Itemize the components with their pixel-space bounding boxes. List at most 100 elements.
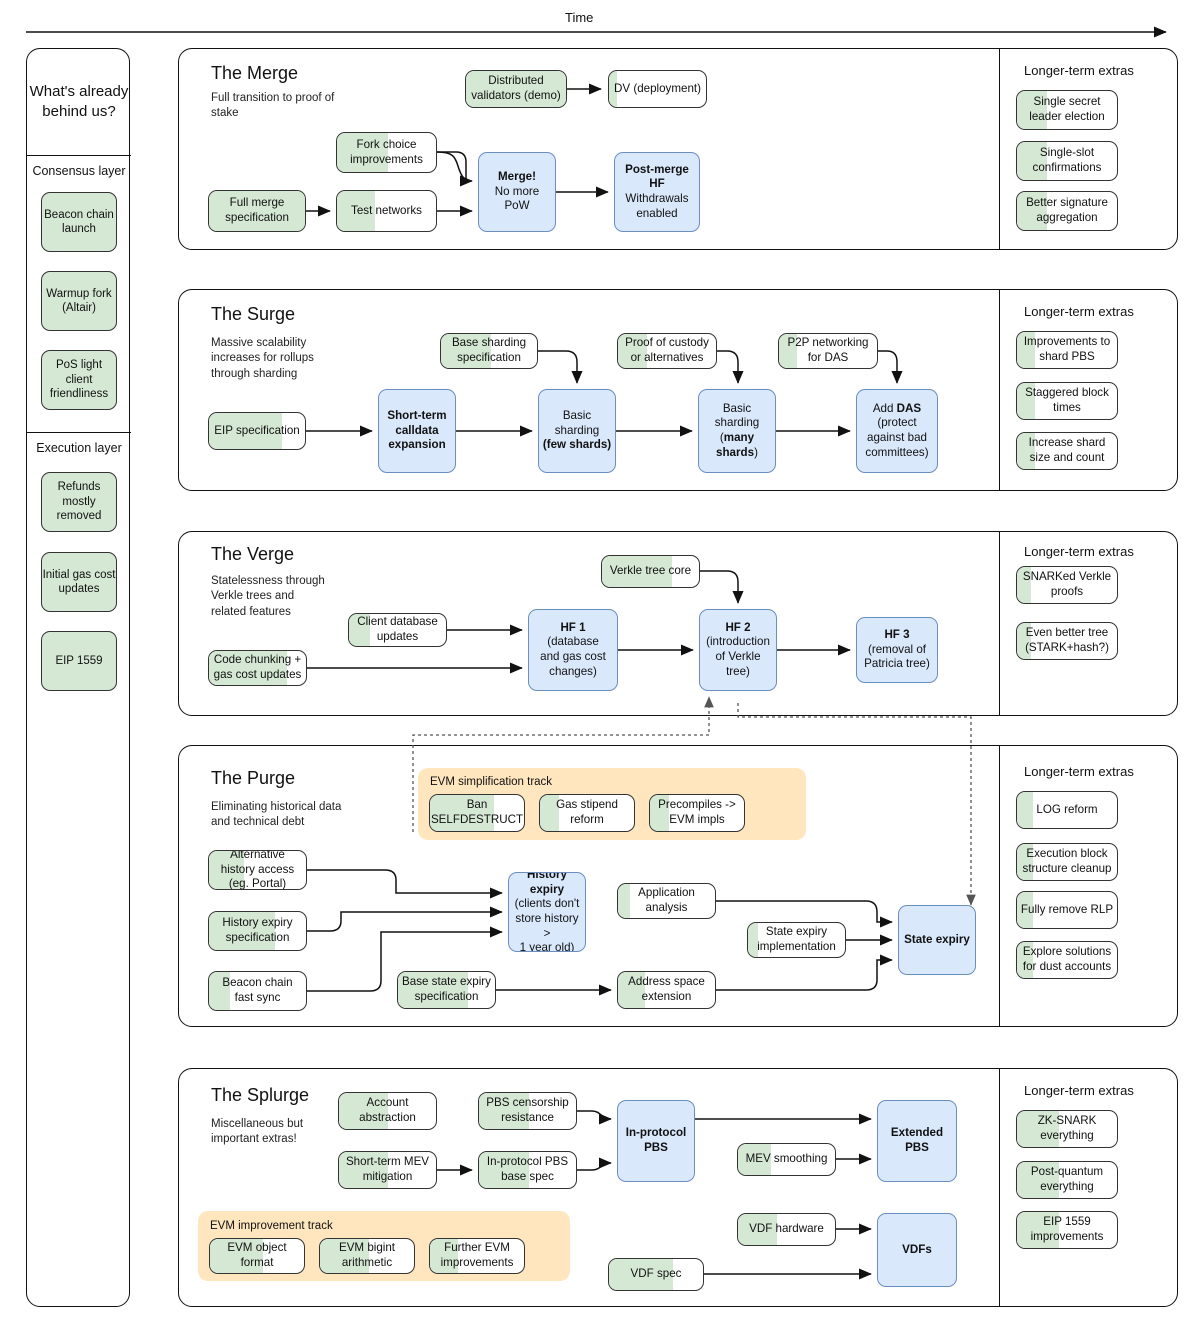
node-label: VDFs xyxy=(902,1242,932,1256)
node-label: Client database updates xyxy=(357,615,438,643)
sidebar-section-label-execution: Execution layer xyxy=(36,441,122,455)
node-vdf-spec[interactable]: VDF spec xyxy=(608,1258,704,1291)
extra-explore-solutions-for-dust-accounts[interactable]: Explore solutions for dust accounts xyxy=(1016,941,1118,979)
node-dv-deployment[interactable]: DV (deployment) xyxy=(608,70,707,108)
node-full-merge-specification[interactable]: Full merge specification xyxy=(208,190,306,232)
node-proof-of-custody[interactable]: Proof of custody or alternatives xyxy=(617,333,717,369)
node-hf1[interactable]: HF 1 (database and gas cost changes) xyxy=(528,609,618,691)
sidebar-item-beacon-chain-launch[interactable]: Beacon chain launch xyxy=(41,192,117,252)
node-post-merge-hf[interactable]: Post-merge HF Withdrawals enabled xyxy=(614,152,700,232)
node-precompiles-to-evm-impls[interactable]: Precompiles -> EVM impls xyxy=(649,794,745,832)
node-label: Base sharding specification xyxy=(451,336,527,364)
node-verkle-tree-core[interactable]: Verkle tree core xyxy=(601,555,700,588)
extra-single-secret-leader-election[interactable]: Single secret leader election xyxy=(1016,90,1118,130)
node-beacon-chain-fast-sync[interactable]: Beacon chain fast sync xyxy=(208,971,307,1011)
phase-subtitle: Statelessness through Verkle trees and r… xyxy=(211,575,325,618)
node-base-sharding-specification[interactable]: Base sharding specification xyxy=(440,333,538,369)
node-p2p-networking-for-das[interactable]: P2P networking for DAS xyxy=(778,333,878,369)
phase-subtitle: Eliminating historical data and technica… xyxy=(211,801,342,829)
sidebar-section-label-consensus: Consensus layer xyxy=(32,164,126,178)
extra-zk-snark-everything[interactable]: ZK-SNARK everything xyxy=(1016,1110,1118,1148)
node-mev-smoothing[interactable]: MEV smoothing xyxy=(737,1143,836,1176)
node-label: Alternative history access (eg. Portal) xyxy=(220,850,295,890)
node-label: Add DAS (protect against bad committees) xyxy=(865,401,929,459)
extra-increase-shard-size-and-count[interactable]: Increase shard size and count xyxy=(1016,432,1118,470)
node-further-evm-improvements[interactable]: Further EVM improvements xyxy=(429,1238,525,1274)
node-client-database-updates[interactable]: Client database updates xyxy=(348,613,447,647)
node-label: Precompiles -> EVM impls xyxy=(658,798,736,826)
node-distributed-validators[interactable]: Distributed validators (demo) xyxy=(465,70,567,108)
extra-post-quantum-everything[interactable]: Post-quantum everything xyxy=(1016,1161,1118,1199)
node-label: History expiry (clients don't store history… xyxy=(514,872,580,952)
node-hf2[interactable]: HF 2 (introduction of Verkle tree) xyxy=(699,609,777,691)
extra-better-signature-aggregation[interactable]: Better signature aggregation xyxy=(1016,191,1118,231)
node-state-expiry[interactable]: State expiry xyxy=(898,905,976,975)
extra-single-slot-confirmations[interactable]: Single-slot confirmations xyxy=(1016,141,1118,181)
node-label: HF 2 (introduction of Verkle tree) xyxy=(706,620,770,678)
node-label: In-protocol PBS xyxy=(625,1126,687,1154)
node-in-protocol-pbs-base-spec[interactable]: In-protocol PBS base spec xyxy=(478,1151,577,1189)
node-extended-pbs[interactable]: Extended PBS xyxy=(877,1100,957,1182)
extra-log-reform[interactable]: LOG reform xyxy=(1016,791,1118,829)
node-pbs-censorship-resistance[interactable]: PBS censorship resistance xyxy=(478,1092,577,1130)
node-history-expiry[interactable]: History expiry (clients don't store history… xyxy=(508,872,586,952)
sidebar-item-initial-gas-cost-updates[interactable]: Initial gas cost updates xyxy=(41,552,117,612)
node-address-space-extension[interactable]: Address space extension xyxy=(617,971,716,1009)
node-test-networks[interactable]: Test networks xyxy=(336,190,437,232)
extra-fully-remove-rlp[interactable]: Fully remove RLP xyxy=(1016,891,1118,929)
sidebar-item-label: EIP 1559 xyxy=(55,654,103,667)
node-label: Single secret leader election xyxy=(1029,95,1105,123)
node-history-expiry-specification[interactable]: History expiry specification xyxy=(208,911,307,951)
extras-title: Longer-term extras xyxy=(1024,304,1134,319)
node-short-term-calldata-expansion[interactable]: Short-term calldata expansion xyxy=(378,389,456,473)
node-label: Post-quantum everything xyxy=(1030,1165,1104,1193)
node-evm-bigint-arithmetic[interactable]: EVM bigint arithmetic xyxy=(319,1238,415,1274)
node-fork-choice-improvements[interactable]: Fork choice improvements xyxy=(336,132,437,173)
node-alternative-history-access[interactable]: Alternative history access (eg. Portal) xyxy=(208,850,307,890)
phase-divider xyxy=(999,49,1000,249)
node-label: Staggered block times xyxy=(1025,386,1109,414)
extra-even-better-tree[interactable]: Even better tree (STARK+hash?) xyxy=(1016,622,1118,660)
node-evm-object-format[interactable]: EVM object format xyxy=(209,1238,305,1274)
node-state-expiry-implementation[interactable]: State expiry implementation xyxy=(747,922,846,958)
node-account-abstraction[interactable]: Account abstraction xyxy=(338,1092,437,1130)
node-label: DV (deployment) xyxy=(614,81,701,95)
node-basic-sharding-few-shards[interactable]: Basic sharding (few shards) xyxy=(538,389,616,473)
extra-improvements-to-shard-pbs[interactable]: Improvements to shard PBS xyxy=(1016,331,1118,369)
extra-execution-block-structure-cleanup[interactable]: Execution block structure cleanup xyxy=(1016,843,1118,881)
node-merge-no-more-pow[interactable]: Merge! No more PoW xyxy=(478,152,556,232)
node-label: In-protocol PBS base spec xyxy=(486,1155,569,1183)
sidebar-item-pos-light-client[interactable]: PoS light client friendliness xyxy=(41,350,117,410)
node-base-state-expiry-specification[interactable]: Base state expiry specification xyxy=(397,971,496,1009)
phase-divider xyxy=(999,746,1000,1026)
node-label: Application analysis xyxy=(638,886,695,914)
node-label: EIP 1559 improvements xyxy=(1030,1215,1104,1243)
node-basic-sharding-many-shards[interactable]: Basic sharding (many shards) xyxy=(698,389,776,473)
node-add-das[interactable]: Add DAS (protect against bad committees) xyxy=(856,389,938,473)
node-gas-stipend-reform[interactable]: Gas stipend reform xyxy=(539,794,635,832)
node-label: Address space extension xyxy=(628,975,705,1003)
extra-snarked-verkle-proofs[interactable]: SNARKed Verkle proofs xyxy=(1016,566,1118,604)
node-label: Short-term calldata expansion xyxy=(387,409,447,452)
node-application-analysis[interactable]: Application analysis xyxy=(617,883,716,919)
sidebar-item-label: Initial gas cost updates xyxy=(42,568,116,595)
node-vdf-hardware[interactable]: VDF hardware xyxy=(737,1213,836,1246)
sidebar-item-eip-1559[interactable]: EIP 1559 xyxy=(41,631,117,691)
sidebar-item-warmup-fork[interactable]: Warmup fork (Altair) xyxy=(41,271,117,331)
node-short-term-mev-mitigation[interactable]: Short-term MEV mitigation xyxy=(338,1151,437,1189)
node-label: Extended PBS xyxy=(890,1126,944,1154)
phase-subtitle: Miscellaneous but important extras! xyxy=(211,1118,304,1146)
node-code-chunking-gas-cost-updates[interactable]: Code chunking + gas cost updates xyxy=(208,650,307,686)
extra-staggered-block-times[interactable]: Staggered block times xyxy=(1016,382,1118,420)
node-ban-selfdestruct[interactable]: Ban SELFDESTRUCT xyxy=(429,794,525,832)
node-in-protocol-pbs[interactable]: In-protocol PBS xyxy=(617,1100,695,1182)
node-vdfs[interactable]: VDFs xyxy=(877,1213,957,1287)
node-label: Short-term MEV mitigation xyxy=(345,1155,430,1183)
node-hf3[interactable]: HF 3 (removal of Patricia tree) xyxy=(856,617,938,683)
node-label: PBS censorship resistance xyxy=(486,1096,569,1124)
sidebar-item-refunds-removed[interactable]: Refunds mostly removed xyxy=(41,472,117,532)
extra-eip-1559-improvements[interactable]: EIP 1559 improvements xyxy=(1016,1211,1118,1249)
sidebar-divider-1 xyxy=(27,155,131,156)
node-eip-specification[interactable]: EIP specification xyxy=(208,412,306,450)
node-label: Account abstraction xyxy=(359,1096,416,1124)
